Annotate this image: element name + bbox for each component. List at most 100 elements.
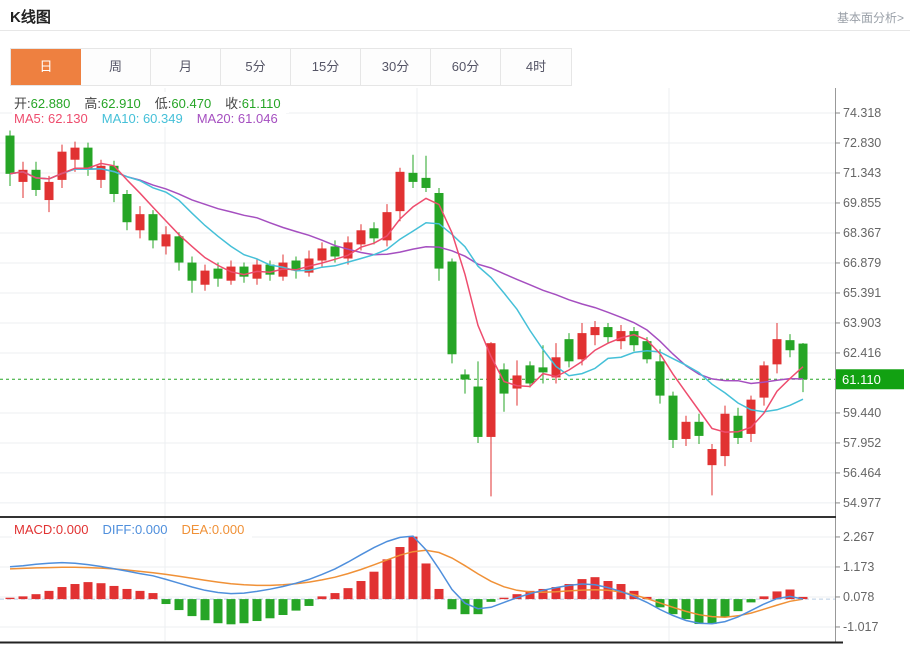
candle xyxy=(318,248,327,260)
macd-bar xyxy=(19,596,28,599)
tab-60分[interactable]: 60分 xyxy=(431,49,501,85)
candle xyxy=(188,263,197,281)
macd-bar xyxy=(357,581,366,599)
macd-bar xyxy=(370,572,379,599)
macd-bar xyxy=(253,599,262,621)
tab-bar: 日周月5分15分30分60分4时 xyxy=(10,48,572,86)
candle xyxy=(656,361,665,395)
candle xyxy=(175,236,184,262)
tab-15分[interactable]: 15分 xyxy=(291,49,361,85)
macd-bar xyxy=(6,598,15,599)
candle xyxy=(695,422,704,436)
candle xyxy=(58,152,67,180)
macd-bar xyxy=(214,599,223,623)
axis-label: 74.318 xyxy=(843,106,881,120)
candle xyxy=(409,173,418,182)
candle xyxy=(227,267,236,281)
current-price-badge: 61.110 xyxy=(836,369,904,389)
axis-label: 0.078 xyxy=(843,590,874,604)
candle xyxy=(682,422,691,439)
axis-label: 71.343 xyxy=(843,166,881,180)
axis-label: 2.267 xyxy=(843,530,874,544)
axis-label: 62.416 xyxy=(843,346,881,360)
candles xyxy=(6,130,808,496)
candle xyxy=(162,234,171,246)
axis-label: 54.977 xyxy=(843,496,881,510)
macd-bar xyxy=(721,599,730,617)
macd-bar xyxy=(175,599,184,610)
price-axis: 74.31872.83071.34369.85568.36766.87965.3… xyxy=(835,88,881,642)
candle xyxy=(357,230,366,244)
current-price-label: 61.110 xyxy=(842,372,881,387)
tab-5分[interactable]: 5分 xyxy=(221,49,291,85)
macd-bar xyxy=(305,599,314,606)
macd-bar xyxy=(435,589,444,599)
macd-bar xyxy=(695,599,704,624)
candle xyxy=(773,339,782,364)
macd-bar xyxy=(110,586,119,599)
candle xyxy=(799,344,808,380)
candle xyxy=(331,246,340,256)
macd-bar xyxy=(448,599,457,609)
axis-label: 72.830 xyxy=(843,136,881,150)
axis-label: 68.367 xyxy=(843,226,881,240)
candle xyxy=(630,331,639,345)
axis-label: 57.952 xyxy=(843,436,881,450)
ma-row: MA5: 62.130 MA10: 60.349 MA20: 61.046 xyxy=(12,110,286,127)
macd-bar xyxy=(344,588,353,599)
macd-bar xyxy=(84,582,93,599)
candle xyxy=(136,214,145,230)
candle xyxy=(604,327,613,337)
candle xyxy=(201,271,210,285)
candle xyxy=(214,269,223,279)
macd-bar xyxy=(279,599,288,615)
ma20-value: MA20: 61.046 xyxy=(197,111,278,126)
axis-label: 1.173 xyxy=(843,560,874,574)
candle xyxy=(734,416,743,438)
candle xyxy=(565,339,574,361)
axis-label: 59.440 xyxy=(843,406,881,420)
axis-label: 65.391 xyxy=(843,286,881,300)
candle xyxy=(578,333,587,359)
candle xyxy=(370,228,379,238)
candle xyxy=(786,340,795,350)
macd-bar xyxy=(461,599,470,614)
candle xyxy=(448,262,457,355)
tab-30分[interactable]: 30分 xyxy=(361,49,431,85)
candle xyxy=(461,374,470,379)
axis-label: 63.903 xyxy=(843,316,881,330)
fundamental-analysis-link[interactable]: 基本面分析> xyxy=(837,9,904,26)
tab-日[interactable]: 日 xyxy=(11,49,81,85)
macd-bar xyxy=(149,593,158,599)
candle xyxy=(97,166,106,180)
axis-label: 69.855 xyxy=(843,196,881,210)
candle xyxy=(71,148,80,160)
axis-label: -1.017 xyxy=(843,620,878,634)
macd-bar xyxy=(58,587,67,599)
page-title: K线图 xyxy=(10,6,51,27)
header-divider xyxy=(0,30,910,31)
candle xyxy=(123,194,132,222)
candle xyxy=(539,367,548,372)
tab-4时[interactable]: 4时 xyxy=(501,49,571,85)
macd-bar xyxy=(591,577,600,599)
macd-bar xyxy=(331,593,340,599)
macd-lines xyxy=(10,536,803,624)
candle xyxy=(422,178,431,188)
macd-bar xyxy=(266,599,275,618)
macd-bar xyxy=(318,596,327,599)
tab-周[interactable]: 周 xyxy=(81,49,151,85)
macd-bar xyxy=(71,584,80,599)
candle xyxy=(526,365,535,383)
macd-bar xyxy=(708,599,717,624)
macd-bar xyxy=(734,599,743,611)
candle xyxy=(474,387,483,437)
candle xyxy=(669,396,678,440)
candle xyxy=(45,182,54,200)
macd-row: MACD:0.000 DIFF:0.000 DEA:0.000 xyxy=(12,521,252,538)
candle xyxy=(149,214,158,240)
macd-bar xyxy=(292,599,301,611)
tab-月[interactable]: 月 xyxy=(151,49,221,85)
macd-bar xyxy=(201,599,210,620)
macd-bar xyxy=(227,599,236,624)
